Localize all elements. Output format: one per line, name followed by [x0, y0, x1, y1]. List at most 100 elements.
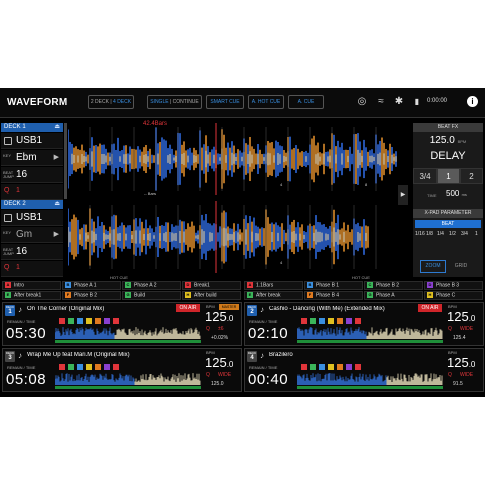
hot-cue-right-a[interactable]: A 1.1Bars	[244, 281, 303, 290]
track-title: Brazilero	[269, 352, 293, 358]
bpm-box: BPM 125.0 Q WIDE 125.0	[203, 350, 241, 391]
hot-cue-left-c[interactable]: C Phase A 2	[122, 281, 181, 290]
waveform-area[interactable]: 42.4Bars -- Bars 4 8 4 ▶	[68, 119, 410, 275]
deck-2-strip[interactable]: DECK 2 ♪ Cashio - Dancing (With Me) (Extend…	[244, 302, 484, 346]
cue-marker	[104, 318, 110, 324]
cue-marker	[59, 318, 65, 324]
cue-marker	[86, 364, 92, 370]
deck-2-bars-remaining: -- Bars	[144, 191, 156, 196]
beat-button-1[interactable]: 1	[437, 168, 460, 184]
xpad-value[interactable]: 1	[475, 231, 478, 237]
deck-number-badge: DECK 2	[247, 305, 257, 316]
hot-cue-label: Phase B 2	[376, 282, 400, 289]
beat-button-2[interactable]: 2	[460, 168, 483, 184]
bpm-integer: 125	[205, 355, 227, 370]
smart-cue-button[interactable]: SMART CUE	[206, 95, 244, 109]
beat-fx-title: BEAT FX	[413, 123, 483, 132]
deck-2-quantize-value: 1	[16, 264, 20, 271]
deck-3-strip[interactable]: DECK 3 ♪ Wrap Me Up feat Mari.M (Original M…	[2, 348, 242, 392]
overview-waveform[interactable]	[297, 317, 443, 345]
hot-cue-left-g[interactable]: G Build	[122, 291, 181, 300]
auto-hot-cue-button[interactable]: A. HOT CUE	[248, 95, 284, 109]
quantize-indicator: Q	[206, 326, 210, 332]
grid-button[interactable]: GRID	[450, 260, 472, 273]
tempo-range: WIDE	[460, 372, 474, 378]
cue-marker	[355, 318, 361, 324]
deck-2-source[interactable]: USB1	[1, 210, 63, 226]
beat-button-3-4[interactable]: 3/4	[413, 168, 437, 184]
deck-2-beatjump[interactable]: BEAT JUMP 16	[1, 244, 63, 260]
deck-2-quantize[interactable]: Q 1	[1, 261, 63, 277]
xpad-value[interactable]: 1/2	[449, 231, 456, 237]
bpm-value: 125.0	[447, 309, 475, 324]
xpad-mode[interactable]: BEAT	[415, 220, 481, 228]
tempo-range: WIDE	[218, 372, 232, 378]
hot-cue-right-f[interactable]: F Phase B 4	[304, 291, 363, 300]
hot-cue-left-a[interactable]: A Intro	[2, 281, 61, 290]
deck-1-header[interactable]: DECK 1 ⏏	[1, 123, 63, 132]
hot-cue-left-f[interactable]: F Phase B 2	[62, 291, 121, 300]
eject-icon[interactable]: ⏏	[54, 123, 60, 132]
deck-1-quantize[interactable]: Q 1	[1, 184, 63, 200]
hot-cue-left-b[interactable]: B Phase A 1	[62, 281, 121, 290]
xpad-value[interactable]: 3/4	[461, 231, 468, 237]
zoom-button[interactable]: ZOOM	[420, 260, 446, 273]
hot-cue-left-h[interactable]: H After build	[182, 291, 241, 300]
overview-waveform[interactable]	[55, 317, 201, 345]
hot-cue-left-d[interactable]: D Break1	[182, 281, 241, 290]
deck-1-beatjump[interactable]: BEAT JUMP 16	[1, 167, 63, 183]
hot-cue-left-e[interactable]: E After break1	[2, 291, 61, 300]
hot-cue-right-h[interactable]: H Phase C	[424, 291, 483, 300]
deck-mode-button[interactable]: 2 DECK | 4 DECK	[88, 95, 134, 109]
beat-marker-c: 4	[280, 260, 283, 265]
deck-2-waveform[interactable]	[68, 201, 398, 273]
beat-fx-bpm: 125.0 BPM	[413, 135, 483, 146]
play-mode-continue: CONTINUE	[172, 99, 199, 105]
beat-fx-time-unit: ms	[461, 192, 467, 197]
music-note-icon: ♪	[18, 351, 22, 360]
hot-cue-label: Phase A 1	[74, 282, 97, 289]
bpm-value: 125.0	[447, 355, 475, 370]
cue-marker	[328, 364, 334, 370]
deck-2-key[interactable]: KEY Gm ▶	[1, 227, 63, 243]
play-mode-button[interactable]: SINGLE | CONTINUE	[147, 95, 202, 109]
hot-cue-right-g[interactable]: G Phase A	[364, 291, 423, 300]
deck-1-key[interactable]: KEY Ebm ▶	[1, 150, 63, 166]
hot-cue-right-e[interactable]: E After break	[244, 291, 303, 300]
hot-cue-label: Phase B 3	[436, 282, 460, 289]
deck-1-strip[interactable]: DECK 1 ♪ On The Corner (Original Mix) ON AIR…	[2, 302, 242, 346]
xpad-value[interactable]: 1/4	[437, 231, 444, 237]
beat-fx-time: 500 ms	[446, 189, 467, 198]
hot-cue-label: Phase C	[436, 292, 456, 299]
hot-cue-right-b[interactable]: B Phase B 1	[304, 281, 363, 290]
wifi-icon[interactable]: ≈	[374, 95, 388, 109]
deck-1-scrollbar[interactable]	[64, 123, 67, 199]
auto-cue-button[interactable]: A. CUE	[288, 95, 324, 109]
hot-cue-right-c[interactable]: C Phase B 2	[364, 281, 423, 290]
deck-1-quantize-value: 1	[16, 187, 20, 194]
globe-icon[interactable]: ◎	[355, 95, 369, 109]
eject-icon[interactable]: ⏏	[54, 200, 60, 209]
deck-2-info: DECK 2 ⏏ USB1 KEY Gm ▶ BEAT JUMP 16 Q 1	[0, 200, 64, 277]
beatjump-label: BEAT JUMP	[3, 247, 14, 256]
deck-1-source[interactable]: USB1	[1, 133, 63, 149]
hot-cue-label: Phase A	[376, 292, 395, 299]
bluetooth-icon[interactable]: ✱	[392, 95, 406, 109]
beat-marker-a: 4	[280, 182, 283, 187]
overview-waveform[interactable]	[297, 363, 443, 391]
deck-1-waveform[interactable]	[68, 123, 398, 195]
pitch-value: +0.02%	[211, 335, 229, 341]
xpad-value[interactable]: 1/16	[415, 231, 425, 237]
info-icon[interactable]: i	[467, 96, 478, 107]
overview-waveform[interactable]	[55, 363, 201, 391]
hot-cue-right-d[interactable]: D Phase B 3	[424, 281, 483, 290]
deck-badge-number: 3	[8, 355, 12, 361]
cue-marker	[319, 364, 325, 370]
deck-2-header[interactable]: DECK 2 ⏏	[1, 200, 63, 209]
phrase-bar	[55, 340, 201, 343]
waveform-next-arrow[interactable]: ▶	[398, 185, 408, 205]
deck-1-beatjump-value: 16	[16, 169, 28, 180]
deck-4-strip[interactable]: DECK 4 ♪ Brazilero REMAIN / TIME 00:40 BPM 125.…	[244, 348, 484, 392]
track-title: Wrap Me Up feat Mari.M (Original Mix)	[27, 352, 130, 358]
xpad-value[interactable]: 1/8	[426, 231, 433, 237]
